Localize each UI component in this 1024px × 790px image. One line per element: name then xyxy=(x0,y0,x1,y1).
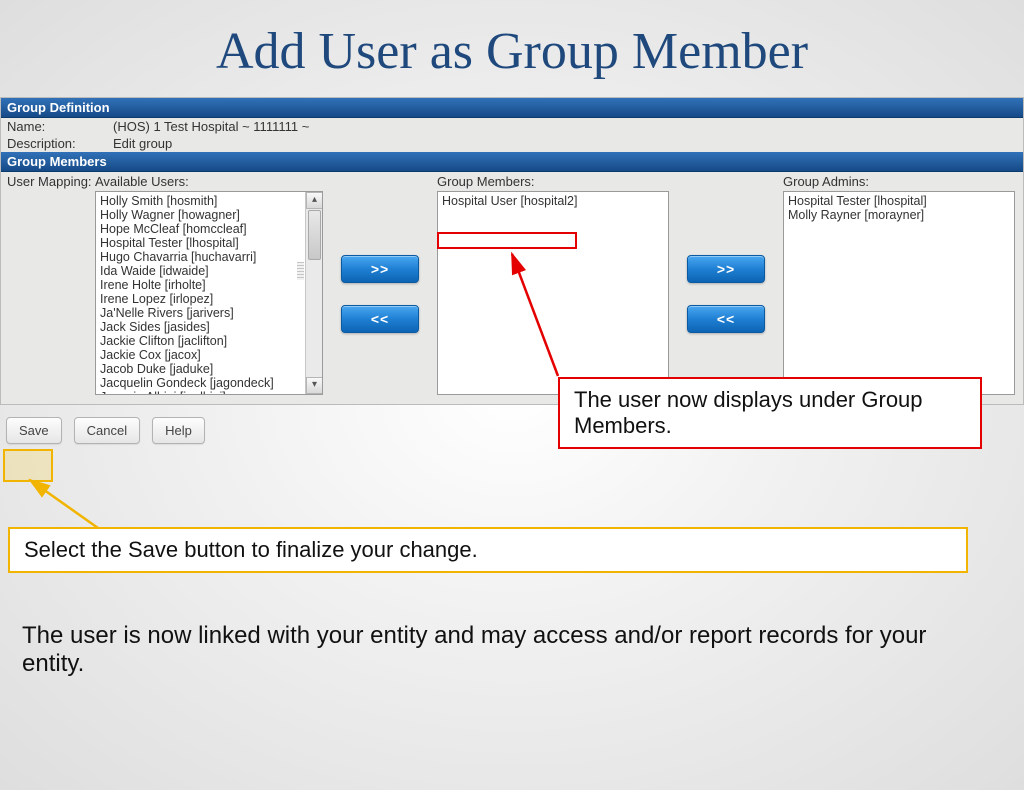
scroll-thumb[interactable] xyxy=(308,210,321,260)
group-definition-header: Group Definition xyxy=(1,98,1023,118)
add-to-members-button[interactable]: >> xyxy=(341,255,419,283)
list-item[interactable]: Ida Waide [idwaide] xyxy=(100,264,318,278)
list-item[interactable]: Hospital Tester [lhospital] xyxy=(100,236,318,250)
list-item[interactable]: Molly Rayner [morayner] xyxy=(788,208,1010,222)
scroll-up-icon[interactable]: ▴ xyxy=(306,192,323,209)
transfer-buttons-members: >> << xyxy=(323,192,437,396)
user-mapping-label: User Mapping: xyxy=(7,174,95,189)
callout-red: The user now displays under Group Member… xyxy=(558,377,982,449)
list-item[interactable]: Jacob Duke [jaduke] xyxy=(100,362,318,376)
callout-amber: Select the Save button to finalize your … xyxy=(8,527,968,573)
group-members-header: Group Members xyxy=(1,152,1023,172)
list-item[interactable]: Jackie Clifton [jaclifton] xyxy=(100,334,318,348)
name-label: Name: xyxy=(7,119,113,134)
resize-grip-icon xyxy=(297,262,304,280)
group-editor-panel: Group Definition Name: (HOS) 1 Test Hosp… xyxy=(0,97,1024,405)
list-item[interactable]: Holly Wagner [howagner] xyxy=(100,208,318,222)
save-highlight-box xyxy=(3,449,53,482)
list-item[interactable]: Hospital User [hospital2] xyxy=(442,194,664,208)
group-description-row: Description: Edit group xyxy=(1,135,1023,152)
description-value: Edit group xyxy=(113,136,172,151)
list-item[interactable]: Jacquie Albini [jaalbini] xyxy=(100,390,318,395)
list-item[interactable]: Hugo Chavarria [huchavarri] xyxy=(100,250,318,264)
list-item[interactable]: Holly Smith [hosmith] xyxy=(100,194,318,208)
group-admins-column: Group Admins: Hospital Tester [lhospital… xyxy=(783,174,1015,395)
name-value: (HOS) 1 Test Hospital ~ 1111111 ~ xyxy=(113,119,309,134)
list-item[interactable]: Hospital Tester [lhospital] xyxy=(788,194,1010,208)
page-title: Add User as Group Member xyxy=(0,22,1024,81)
remove-from-admins-button[interactable]: << xyxy=(687,305,765,333)
footer-note: The user is now linked with your entity … xyxy=(22,622,984,678)
group-name-row: Name: (HOS) 1 Test Hospital ~ 1111111 ~ xyxy=(1,118,1023,135)
group-admins-caption: Group Admins: xyxy=(783,174,1015,189)
available-users-listbox[interactable]: Holly Smith [hosmith]Holly Wagner [howag… xyxy=(95,191,323,395)
remove-from-members-button[interactable]: << xyxy=(341,305,419,333)
cancel-button[interactable]: Cancel xyxy=(74,417,140,444)
available-users-caption: Available Users: xyxy=(95,174,323,189)
list-item[interactable]: Jacquelin Gondeck [jagondeck] xyxy=(100,376,318,390)
arrow-to-save-icon xyxy=(20,474,110,534)
group-members-caption: Group Members: xyxy=(437,174,669,189)
transfer-buttons-admins: >> << xyxy=(669,192,783,396)
list-item[interactable]: Irene Holte [irholte] xyxy=(100,278,318,292)
list-item[interactable]: Irene Lopez [irlopez] xyxy=(100,292,318,306)
list-item[interactable]: Jack Sides [jasides] xyxy=(100,320,318,334)
scrollbar[interactable]: ▴ ▾ xyxy=(305,192,322,394)
available-users-column: Available Users: Holly Smith [hosmith]Ho… xyxy=(95,174,323,395)
group-members-column: Group Members: Hospital User [hospital2] xyxy=(437,174,669,395)
group-members-listbox[interactable]: Hospital User [hospital2] xyxy=(437,191,669,395)
help-button[interactable]: Help xyxy=(152,417,205,444)
scroll-down-icon[interactable]: ▾ xyxy=(306,377,323,394)
user-mapping-area: User Mapping: Available Users: Holly Smi… xyxy=(1,172,1023,404)
list-item[interactable]: Hope McCleaf [homccleaf] xyxy=(100,222,318,236)
list-item[interactable]: Ja'Nelle Rivers [jarivers] xyxy=(100,306,318,320)
description-label: Description: xyxy=(7,136,113,151)
save-button[interactable]: Save xyxy=(6,417,62,444)
add-to-admins-button[interactable]: >> xyxy=(687,255,765,283)
list-item[interactable]: Jackie Cox [jacox] xyxy=(100,348,318,362)
group-admins-listbox[interactable]: Hospital Tester [lhospital]Molly Rayner … xyxy=(783,191,1015,395)
